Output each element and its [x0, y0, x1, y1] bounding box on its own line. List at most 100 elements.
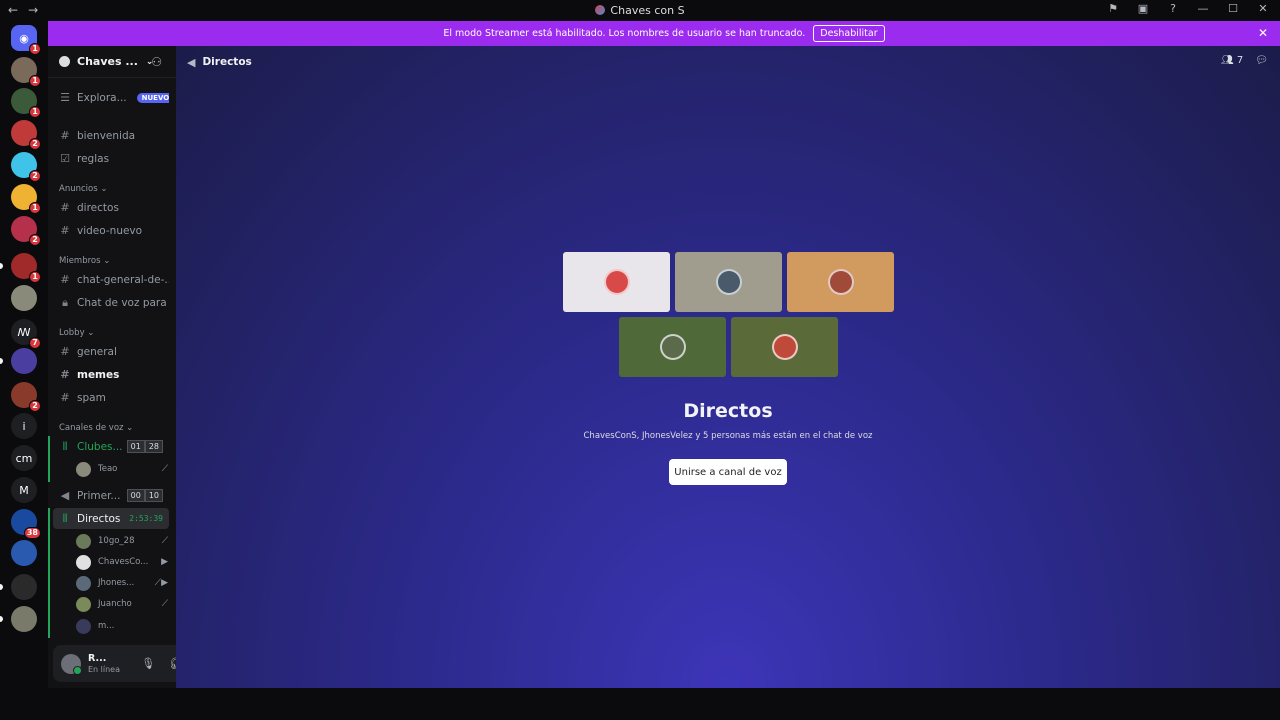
channel-label: chat-general-de-...	[77, 273, 169, 286]
voice-user[interactable]: ChavesCo... ▶	[76, 552, 168, 572]
channel-reglas[interactable]: ☑ reglas	[53, 148, 169, 169]
chat-icon[interactable]: 💬︎	[1255, 55, 1268, 66]
voice-user[interactable]: Juancho ⟋	[76, 594, 168, 614]
server-icon[interactable]	[11, 540, 37, 566]
voice-channel-directos[interactable]: ⦀ Directos 2:53:39	[53, 508, 169, 529]
participant-tile[interactable]	[787, 252, 894, 312]
server-icon[interactable]: 38	[11, 509, 41, 539]
nav-buttons: ← →	[8, 3, 38, 17]
channel-spam[interactable]: # spam	[53, 387, 169, 408]
voice-active-icon: ⦀	[62, 511, 68, 525]
maximize-icon[interactable]: ☐	[1226, 2, 1240, 15]
help-icon[interactable]: ?	[1166, 2, 1180, 15]
voice-channel-label: Directos	[77, 512, 121, 525]
voice-user[interactable]: m...	[76, 616, 168, 636]
voice-user-name: Juancho	[98, 599, 132, 609]
add-member-icon[interactable]: ⚇	[151, 55, 162, 69]
video-icon: ▶	[161, 557, 168, 567]
user-info[interactable]: R... En línea	[88, 653, 120, 675]
participant-tile[interactable]	[619, 317, 726, 377]
lock-icon: 🔒︎	[62, 295, 68, 309]
channel-chat-voz[interactable]: 🔒︎ Chat de voz para ...	[53, 292, 169, 313]
user-controls: 🎙︎ 🎧︎ ⚙	[141, 657, 176, 670]
participant-tile[interactable]	[731, 317, 838, 377]
screen-share-icon[interactable]: ▣	[1136, 2, 1150, 15]
hashtag-icon: #	[60, 224, 70, 237]
channel-video-nuevo[interactable]: # video-nuevo	[53, 220, 169, 241]
category-voz[interactable]: Canales de voz ⌄	[59, 423, 133, 433]
join-voice-button[interactable]: Unirse a canal de voz	[669, 459, 787, 485]
voice-channel-view: ◀︎ Directos 👥︎ 7 💬︎ Directos ChavesConS,…	[176, 46, 1280, 688]
user-status: En línea	[88, 664, 121, 674]
voice-user[interactable]: 10go_28 ⟋	[76, 531, 168, 551]
streamer-mode-banner: El modo Streamer está habilitado. Los no…	[48, 21, 1280, 46]
server-icon	[595, 5, 606, 15]
server-icon[interactable]	[11, 348, 37, 374]
channel-bienvenida[interactable]: # bienvenida	[53, 125, 169, 146]
headphones-icon[interactable]: 🎧︎	[169, 657, 176, 670]
channel-header: ◀︎ Directos 👥︎ 7 💬︎	[176, 46, 1280, 78]
category-miembros[interactable]: Miembros ⌄	[59, 256, 110, 266]
avatar	[76, 575, 91, 591]
voice-channel-primer[interactable]: ◀︎ Primer... 00 10	[53, 485, 169, 506]
server-icon[interactable]	[11, 574, 37, 600]
server-icon[interactable]: 2	[11, 120, 41, 150]
server-icon[interactable]: 1	[11, 184, 41, 214]
voice-channel-clubes[interactable]: ⦀ Clubes... 01 28	[53, 436, 169, 457]
server-icon[interactable]: cm	[11, 445, 37, 471]
avatar	[771, 334, 798, 360]
voice-user-teao[interactable]: Teao ⟋	[76, 459, 168, 479]
channel-label: video-nuevo	[77, 224, 143, 237]
microphone-icon[interactable]: 🎙︎	[141, 657, 155, 670]
hashtag-icon: #	[60, 201, 70, 214]
username: R...	[88, 652, 107, 664]
participant-tile[interactable]	[563, 252, 670, 312]
channel-general[interactable]: # general	[53, 341, 169, 362]
channel-memes[interactable]: # memes	[53, 364, 169, 385]
back-arrow-icon[interactable]: ←	[8, 3, 18, 17]
inbox-flag-icon[interactable]: ⚑	[1106, 2, 1120, 15]
notification-badge: 1	[29, 202, 41, 214]
channel-chat-general[interactable]: # chat-general-de-...	[53, 269, 169, 290]
channel-directos[interactable]: # directos	[53, 197, 169, 218]
user-count: 01	[126, 440, 145, 453]
voice-user[interactable]: Jhones... ⟋▶	[76, 573, 168, 593]
banner-text: El modo Streamer está habilitado. Los no…	[443, 28, 806, 39]
server-icon[interactable]: 2	[11, 382, 41, 412]
category-label: Canales de voz	[59, 423, 124, 433]
explore-channels[interactable]: ☰ Explora... NUEVO	[53, 87, 169, 108]
server-icon[interactable]: M	[11, 477, 37, 503]
explore-label: Explora...	[77, 91, 127, 104]
disable-streamer-button[interactable]: Deshabilitar	[813, 25, 885, 42]
server-icon[interactable]: 2	[11, 216, 41, 246]
discord-icon[interactable]: ◉ 1	[11, 25, 41, 55]
close-window-icon[interactable]: ✕	[1256, 2, 1270, 15]
members-button[interactable]: 👥︎ 7	[1221, 55, 1243, 66]
server-icon[interactable]	[11, 285, 37, 311]
channel-label: Chat de voz para ...	[77, 296, 169, 309]
channel-label: spam	[77, 391, 106, 404]
server-icon[interactable]: 1	[11, 88, 41, 118]
avatar	[715, 269, 742, 295]
category-lobby[interactable]: Lobby ⌄	[59, 328, 94, 338]
minimize-icon[interactable]: —	[1196, 2, 1210, 15]
channel-title: Directos	[202, 56, 252, 68]
channel-label: directos	[77, 201, 119, 214]
notification-badge: 1	[29, 75, 41, 87]
server-header[interactable]: Chaves ... ⌄ ⚇	[48, 46, 176, 78]
forward-arrow-icon[interactable]: →	[28, 3, 38, 17]
server-icon[interactable]: i	[11, 413, 37, 439]
category-anuncios[interactable]: Anuncios ⌄	[59, 184, 107, 194]
avatar	[76, 618, 91, 634]
participant-tile[interactable]	[675, 252, 782, 312]
server-icon[interactable]: ꟿ7	[11, 319, 41, 349]
server-icon[interactable]: 1	[11, 57, 41, 87]
deafened-video-icon: ⟋▶	[154, 578, 168, 588]
close-icon[interactable]: ✕	[1258, 26, 1268, 40]
server-icon[interactable]: 2	[11, 152, 41, 182]
user-limit-counter: 01 28	[126, 440, 163, 453]
avatar[interactable]	[61, 653, 82, 675]
channel-label: memes	[77, 368, 120, 381]
server-icon[interactable]: 1	[11, 253, 41, 283]
server-icon[interactable]	[11, 606, 37, 632]
